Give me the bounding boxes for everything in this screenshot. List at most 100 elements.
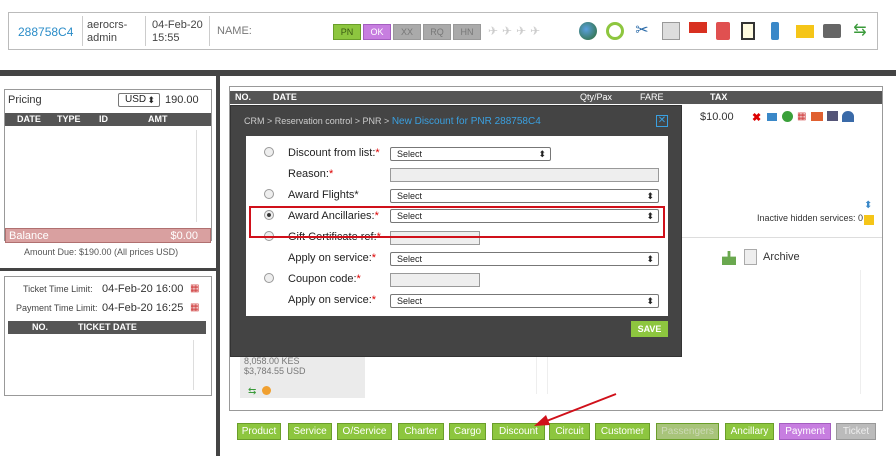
ticket-table-header: NO. TICKET DATE: [8, 321, 206, 334]
unlock-icon[interactable]: [689, 22, 707, 40]
ancillary-button[interactable]: Ancillary: [725, 423, 774, 440]
apply-service-select-2[interactable]: Select: [390, 294, 659, 308]
highlight-box: [249, 206, 665, 238]
passenger-icon[interactable]: [842, 111, 854, 122]
calendar-icon[interactable]: ▦: [797, 111, 806, 122]
user-line-2: admin: [87, 32, 117, 44]
modal-breadcrumb: CRM > Reservation control > PNR >: [244, 116, 392, 126]
apply-service-label-text: Apply on service:: [288, 252, 372, 264]
status-tag-hn[interactable]: HN: [453, 24, 481, 40]
col-id: ID: [99, 114, 108, 124]
close-icon[interactable]: ✕: [656, 115, 668, 127]
left-divider: [0, 268, 216, 271]
swap-icon[interactable]: ⇆: [248, 386, 256, 397]
service-button[interactable]: Service: [288, 423, 332, 440]
panel-divider: [216, 76, 220, 456]
reason-label: Reason:*: [288, 168, 334, 180]
price-local: 8,058.00 KES: [244, 356, 300, 366]
divider: [145, 16, 146, 46]
archive-icon[interactable]: [744, 249, 757, 265]
pricing-scrollbar[interactable]: [196, 130, 206, 222]
inactive-services-text: Inactive hidden services: 0: [757, 213, 864, 223]
coupon-code-label-text: Coupon code:: [288, 273, 357, 285]
scroll-arrows-icon[interactable]: ⬍: [864, 200, 872, 211]
status-tag-ok[interactable]: OK: [363, 24, 391, 40]
calculator-icon[interactable]: [716, 22, 730, 40]
product-button[interactable]: Product: [237, 423, 281, 440]
col-type: TYPE: [57, 114, 81, 124]
message-icon[interactable]: [767, 113, 777, 121]
discount-list-label-text: Discount from list:: [288, 147, 376, 159]
swap-icon[interactable]: ⇆: [851, 22, 869, 40]
divider: [209, 16, 210, 46]
apply-service-label: Apply on service:*: [288, 252, 377, 264]
clipboard-icon[interactable]: [741, 22, 755, 40]
coupon-code-label: Coupon code:*: [288, 273, 361, 285]
save-button[interactable]: SAVE: [631, 321, 668, 337]
delete-icon[interactable]: ✖: [752, 111, 761, 124]
reason-input[interactable]: [390, 168, 659, 182]
ticket-limit-label: Ticket Time Limit:: [23, 284, 93, 294]
pricing-amount: 190.00: [165, 94, 199, 106]
header-date: 04-Feb-20: [152, 19, 203, 31]
refresh-icon[interactable]: [606, 22, 624, 40]
print-icon[interactable]: [823, 24, 841, 38]
ticket-scrollbar[interactable]: [193, 340, 205, 390]
services-table-header: NO. DATE Qty/Pax FARE TAX: [230, 91, 882, 104]
calendar-icon[interactable]: ▦: [190, 283, 199, 294]
scissors-icon[interactable]: ✂: [633, 22, 651, 40]
payment-limit-value: 04-Feb-20 16:25: [102, 302, 184, 314]
header-divider: [0, 70, 896, 76]
col-tax: TAX: [710, 92, 728, 102]
status-icon[interactable]: [782, 111, 793, 122]
coupon-code-radio[interactable]: [264, 273, 274, 283]
coupon-code-input[interactable]: [390, 273, 480, 287]
tax-value: $10.00: [700, 111, 734, 123]
payment-limit-label: Payment Time Limit:: [16, 303, 98, 313]
divider: [82, 16, 83, 46]
mobile-icon[interactable]: [771, 22, 779, 40]
discount-list-select[interactable]: Select: [390, 147, 551, 161]
col-date: DATE: [273, 92, 297, 102]
amount-due: Amount Due: $190.00 (All prices USD): [24, 247, 179, 257]
modal-title: CRM > Reservation control > PNR > New Di…: [244, 116, 541, 127]
other-service-button[interactable]: O/Service: [337, 423, 392, 440]
email-icon[interactable]: [796, 25, 814, 38]
screen-icon[interactable]: [827, 111, 838, 121]
charter-button[interactable]: Charter: [398, 423, 444, 440]
globe-icon[interactable]: [579, 22, 597, 40]
document-icon[interactable]: [662, 22, 680, 40]
award-flights-select[interactable]: Select: [390, 189, 659, 203]
balance-label: Balance: [9, 230, 49, 242]
discount-list-radio[interactable]: [264, 147, 274, 157]
discount-list-label: Discount from list:*: [288, 147, 380, 159]
passengers-button[interactable]: Passengers: [656, 423, 719, 440]
apply-service-label-2: Apply on service:*: [288, 294, 377, 306]
ticket-limit-value: 04-Feb-20 16:00: [102, 283, 184, 295]
col-no: NO.: [235, 92, 252, 102]
reason-label-text: Reason:: [288, 168, 329, 180]
status-tag-rq[interactable]: RQ: [423, 24, 451, 40]
col-fare: FARE: [640, 92, 664, 102]
award-flights-label: Award Flights*: [288, 189, 359, 201]
pricing-label: Pricing: [8, 94, 42, 106]
user-icon[interactable]: [262, 386, 271, 395]
cargo-button[interactable]: Cargo: [449, 423, 486, 440]
archive-button[interactable]: Archive: [763, 251, 800, 263]
ticket-button[interactable]: Ticket: [836, 423, 876, 440]
pricing-panel: [4, 89, 212, 241]
status-tag-pn[interactable]: PN: [333, 24, 361, 40]
pnr-number[interactable]: 288758C4: [18, 25, 73, 39]
award-flights-radio[interactable]: [264, 189, 274, 199]
currency-select[interactable]: USD: [118, 93, 160, 107]
col-ticket-date: TICKET DATE: [78, 322, 137, 332]
apply-service-select[interactable]: Select: [390, 252, 659, 266]
calendar-icon[interactable]: ▦: [190, 302, 199, 313]
col-amt: AMT: [148, 114, 168, 124]
hotel-icon[interactable]: [811, 112, 823, 121]
user-line-1: aerocrs-: [87, 19, 128, 31]
apply-service-label-2-text: Apply on service:: [288, 294, 372, 306]
payment-button[interactable]: Payment: [779, 423, 831, 440]
toggle-icon[interactable]: [864, 215, 874, 225]
status-tag-xx[interactable]: XX: [393, 24, 421, 40]
